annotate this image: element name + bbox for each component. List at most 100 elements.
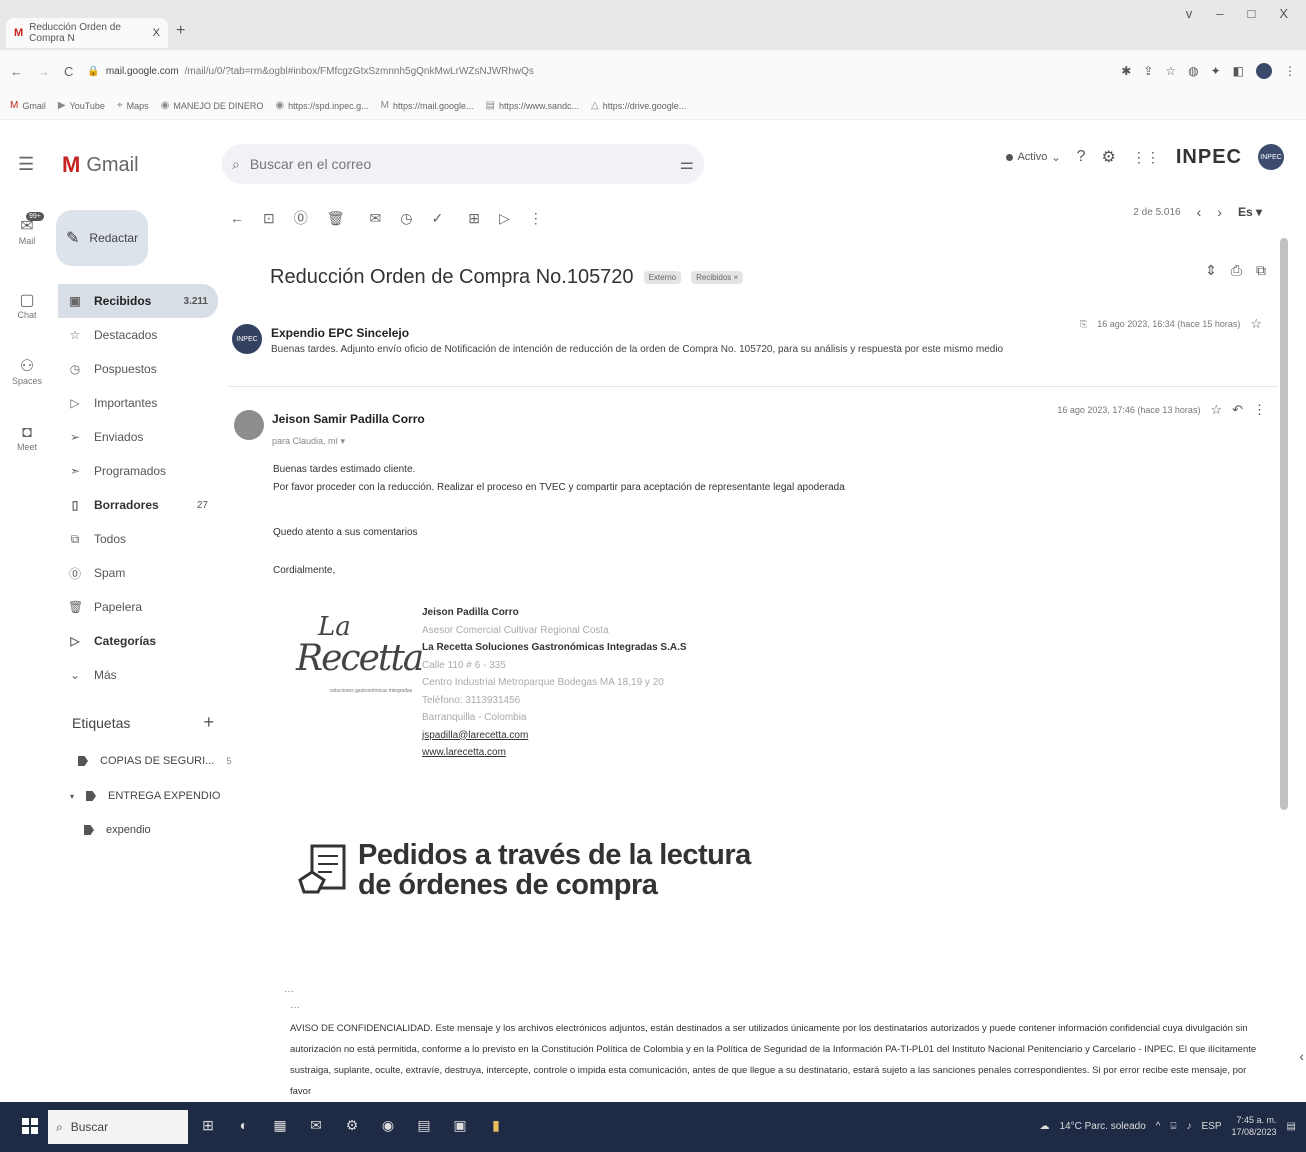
folder-icon[interactable]: ▮ bbox=[484, 1112, 508, 1138]
forward-icon[interactable]: → bbox=[37, 64, 50, 79]
profile-avatar[interactable] bbox=[1256, 63, 1272, 79]
tab-close-button[interactable]: X bbox=[153, 27, 160, 39]
delete-icon[interactable]: 🗑 bbox=[327, 210, 345, 227]
sidebar-item-pospuestos[interactable]: ◷ Pospuestos bbox=[58, 352, 218, 386]
mark-unread-icon[interactable]: ✉ bbox=[370, 210, 382, 227]
sidebar-item-borradores[interactable]: ▯ Borradores 27 bbox=[58, 488, 218, 522]
maximize-button[interactable]: □ bbox=[1247, 6, 1255, 21]
help-icon[interactable]: ? bbox=[1077, 148, 1086, 166]
settings-gear-icon[interactable]: ⚙ bbox=[1102, 147, 1116, 167]
status-selector[interactable]: Activo ⌄ bbox=[1006, 151, 1061, 164]
recipients-toggle[interactable]: para Claudia, mí ▾ bbox=[272, 436, 345, 447]
side-panel-toggle-icon[interactable]: ‹ bbox=[1299, 1048, 1304, 1064]
minimize-button[interactable]: – bbox=[1216, 6, 1223, 21]
account-avatar[interactable]: INPEC bbox=[1258, 144, 1284, 170]
snooze-icon[interactable]: ◷ bbox=[400, 210, 412, 227]
file-explorer-icon[interactable]: ▤ bbox=[412, 1112, 436, 1138]
message-snippet[interactable]: Buenas tardes. Adjunto envío oficio de N… bbox=[271, 344, 1003, 355]
bookmark-manejo[interactable]: ◉ MANEJO DE DINERO bbox=[161, 100, 264, 111]
add-task-icon[interactable]: ✓ bbox=[431, 210, 443, 227]
mail-app-icon[interactable]: ✉ bbox=[304, 1112, 328, 1138]
print-icon[interactable]: ⎙ bbox=[1231, 262, 1242, 279]
more-options-icon[interactable]: ⋮ bbox=[1253, 402, 1266, 418]
inbox-label-chip[interactable]: Recibidos × bbox=[691, 271, 744, 284]
weather-text[interactable]: 14°C Parc. soleado bbox=[1060, 1121, 1146, 1132]
rail-mail[interactable]: ✉ 99+ Mail bbox=[6, 212, 48, 246]
task-view-icon[interactable]: ⊞ bbox=[196, 1112, 220, 1138]
back-to-inbox-icon[interactable]: ← bbox=[230, 210, 244, 226]
reply-icon[interactable]: ↶ bbox=[1232, 402, 1243, 418]
star-icon[interactable]: ☆ bbox=[1250, 316, 1262, 332]
sidebar-item-programados[interactable]: ➣ Programados bbox=[58, 454, 218, 488]
puzzle-icon[interactable]: ✦ bbox=[1211, 64, 1221, 78]
extension-icon[interactable]: ◍ bbox=[1188, 64, 1198, 78]
bookmark-youtube[interactable]: ▶ YouTube bbox=[58, 100, 105, 111]
newer-icon[interactable]: ‹ bbox=[1197, 204, 1202, 220]
gmail-logo[interactable]: M Gmail bbox=[62, 152, 139, 178]
sidebar-item-destacados[interactable]: ☆ Destacados bbox=[58, 318, 218, 352]
bookmark-maps[interactable]: ⌖ Maps bbox=[117, 100, 149, 111]
search-options-icon[interactable]: ⚌ bbox=[680, 154, 694, 174]
search-bar[interactable]: ⌕ Buscar en el correo ⚌ bbox=[222, 144, 704, 184]
language-indicator[interactable]: ESP bbox=[1201, 1121, 1221, 1132]
close-window-button[interactable]: X bbox=[1279, 6, 1288, 21]
label-expendio[interactable]: expendio bbox=[84, 824, 151, 836]
bookmark-star-icon[interactable]: ☆ bbox=[1165, 64, 1176, 78]
sidebar-item-categorias[interactable]: ▷ Categorías bbox=[58, 624, 218, 658]
chrome-icon[interactable]: ◉ bbox=[376, 1112, 400, 1138]
sender-name[interactable]: Jeison Samir Padilla Corro bbox=[272, 412, 425, 426]
language-selector[interactable]: Es ▾ bbox=[1238, 205, 1262, 219]
sidebar-item-mas[interactable]: ⌄ Más bbox=[58, 658, 218, 692]
bookmark-drive[interactable]: △ https://drive.google... bbox=[591, 100, 686, 111]
share-icon[interactable]: ⇪ bbox=[1143, 64, 1153, 78]
star-icon[interactable]: ☆ bbox=[1210, 402, 1222, 418]
sidepanel-icon[interactable]: ◧ bbox=[1233, 64, 1244, 78]
expand-all-icon[interactable]: ⇕ bbox=[1205, 262, 1217, 279]
store-icon[interactable]: ▦ bbox=[268, 1112, 292, 1138]
taskbar-clock[interactable]: 7:45 a. m. 17/08/2023 bbox=[1232, 1114, 1277, 1138]
signature-email-link[interactable]: jspadilla@larecetta.com bbox=[422, 727, 687, 745]
rail-meet[interactable]: ◘ Meet bbox=[6, 424, 48, 452]
label-icon[interactable]: ▷ bbox=[499, 210, 510, 227]
compose-button[interactable]: ✎ Redactar bbox=[56, 210, 148, 266]
bookmark-spd[interactable]: ◉ https://spd.inpec.g... bbox=[275, 100, 368, 111]
more-options-icon[interactable]: ⋮ bbox=[529, 210, 543, 227]
rail-chat[interactable]: ▢ Chat bbox=[6, 290, 48, 320]
sidebar-item-spam[interactable]: ⓪ Spam bbox=[58, 556, 218, 590]
sender-name[interactable]: Expendio EPC Sincelejo bbox=[271, 326, 409, 340]
sidebar-item-recibidos[interactable]: ▣ Recibidos 3.211 bbox=[58, 284, 218, 318]
move-to-icon[interactable]: ⊞ bbox=[468, 210, 480, 227]
scrollbar[interactable] bbox=[1280, 238, 1288, 810]
notifications-icon[interactable]: ▤ bbox=[1287, 1121, 1296, 1132]
key-icon[interactable]: ✱ bbox=[1121, 64, 1131, 78]
search-input[interactable]: Buscar en el correo bbox=[250, 156, 371, 172]
search-icon[interactable]: ⌕ bbox=[232, 156, 240, 173]
trimmed-content-icon[interactable]: ··· bbox=[284, 986, 294, 997]
trimmed-content-icon[interactable]: ··· bbox=[290, 1002, 300, 1013]
report-spam-icon[interactable]: ⓪ bbox=[294, 208, 308, 228]
back-icon[interactable]: ← bbox=[10, 64, 23, 79]
tray-up-icon[interactable]: ^ bbox=[1156, 1121, 1161, 1132]
main-menu-icon[interactable]: ☰ bbox=[18, 154, 34, 175]
browser-tab[interactable]: M Reducción Orden de Compra N X bbox=[6, 18, 168, 48]
open-new-window-icon[interactable]: ⧉ bbox=[1256, 262, 1266, 279]
bookmark-mail[interactable]: Mhttps://mail.google... bbox=[381, 100, 474, 111]
edge-icon[interactable]: ◐ bbox=[232, 1112, 256, 1138]
new-tab-button[interactable]: + bbox=[176, 22, 185, 40]
reload-icon[interactable]: C bbox=[64, 64, 73, 79]
url-field[interactable]: 🔒 mail.google.com /mail/u/0/?tab=rm&ogbl… bbox=[87, 66, 534, 77]
sidebar-item-todos[interactable]: ⧉ Todos bbox=[58, 522, 218, 556]
browser-menu-icon[interactable]: ⋮ bbox=[1284, 64, 1296, 78]
sidebar-item-papelera[interactable]: 🗑 Papelera bbox=[58, 590, 218, 624]
archive-icon[interactable]: ⊡ bbox=[263, 210, 275, 227]
label-copias[interactable]: COPIAS DE SEGURI... 5 bbox=[78, 755, 231, 767]
volume-icon[interactable]: ♪ bbox=[1186, 1121, 1191, 1132]
bookmark-gmail[interactable]: M Gmail bbox=[10, 100, 46, 111]
taskbar-search[interactable]: ⌕ Buscar bbox=[48, 1110, 188, 1144]
tab-search-button[interactable]: v bbox=[1186, 6, 1193, 21]
apps-grid-icon[interactable]: ⋮⋮ bbox=[1132, 149, 1160, 166]
network-icon[interactable]: ⌸ bbox=[1170, 1121, 1176, 1132]
label-entrega-expendio[interactable]: ▾ ENTREGA EXPENDIO bbox=[70, 790, 221, 802]
bookmark-sandc[interactable]: ▤ https://www.sandc... bbox=[486, 100, 580, 111]
windows-start-icon[interactable] bbox=[22, 1118, 38, 1134]
